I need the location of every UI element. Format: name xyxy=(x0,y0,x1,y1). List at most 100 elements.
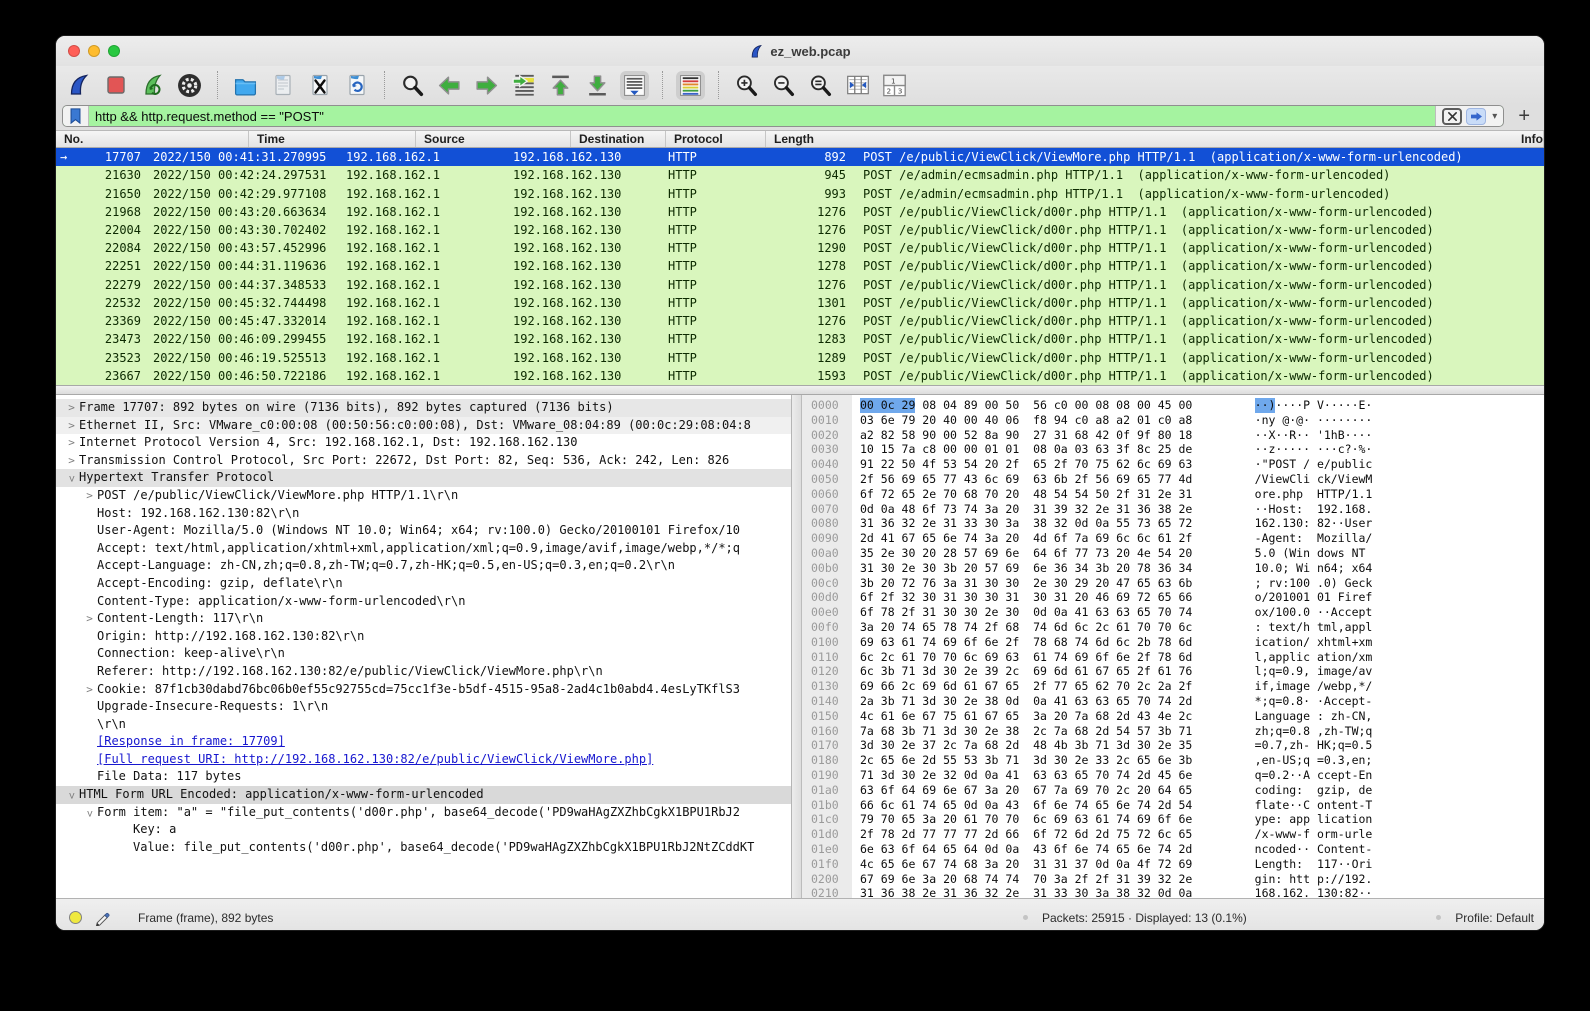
packet-row[interactable]: 23473 2022/150 00:46:09.299455 192.168.1… xyxy=(56,330,1544,348)
column-header[interactable]: Length xyxy=(766,131,1513,147)
hex-row[interactable]: 00e0 6f 78 2f 31 30 30 2e 30 0d 0a 41 63… xyxy=(802,605,1544,620)
expander-chevron-icon[interactable] xyxy=(118,839,133,857)
detail-row[interactable]: Host: 192.168.162.130:82\r\n xyxy=(56,505,791,523)
close-file-button[interactable] xyxy=(305,71,334,100)
hex-row[interactable]: 0050 2f 56 69 65 77 43 6c 69 63 6b 2f 56… xyxy=(802,472,1544,487)
hex-row[interactable]: 0100 69 63 61 74 69 6f 6e 2f 78 68 74 6d… xyxy=(802,635,1544,650)
expander-chevron-icon[interactable] xyxy=(82,628,97,646)
detail-row[interactable]: > Ethernet II, Src: VMware_c0:00:08 (00:… xyxy=(56,417,791,435)
detail-row[interactable]: > Hypertext Transfer Protocol xyxy=(56,469,791,487)
detail-row[interactable]: User-Agent: Mozilla/5.0 (Windows NT 10.0… xyxy=(56,522,791,540)
detail-row[interactable]: > Content-Length: 117\r\n xyxy=(56,610,791,628)
detail-row[interactable]: \r\n xyxy=(56,716,791,734)
column-header[interactable]: Info xyxy=(1513,131,1544,147)
packet-row[interactable]: 22532 2022/150 00:45:32.744498 192.168.1… xyxy=(56,294,1544,312)
zoom-window-button[interactable] xyxy=(108,45,120,57)
zoom-reset-button[interactable] xyxy=(806,71,835,100)
packet-row[interactable]: 22279 2022/150 00:44:37.348533 192.168.1… xyxy=(56,276,1544,294)
expander-chevron-icon[interactable]: > xyxy=(82,610,97,628)
capture-comment-button[interactable] xyxy=(94,910,110,926)
hex-row[interactable]: 0130 69 66 2c 69 6d 61 67 65 2f 77 65 62… xyxy=(802,679,1544,694)
expander-chevron-icon[interactable]: > xyxy=(64,417,79,435)
detail-row[interactable]: > HTML Form URL Encoded: application/x-w… xyxy=(56,786,791,804)
expert-info-icon[interactable] xyxy=(69,911,82,924)
detail-row[interactable]: > Frame 17707: 892 bytes on wire (7136 b… xyxy=(56,399,791,417)
expander-chevron-icon[interactable]: > xyxy=(63,788,81,803)
filter-add-button[interactable]: + xyxy=(1512,105,1536,128)
packet-row[interactable]: 22084 2022/150 00:43:57.452996 192.168.1… xyxy=(56,239,1544,257)
expander-chevron-icon[interactable]: > xyxy=(82,681,97,699)
expander-chevron-icon[interactable] xyxy=(82,575,97,593)
stop-capture-button[interactable] xyxy=(101,71,130,100)
display-filter-input[interactable] xyxy=(89,109,1435,124)
detail-row[interactable]: Accept: text/html,application/xhtml+xml,… xyxy=(56,540,791,558)
hex-row[interactable]: 0150 4c 61 6e 67 75 61 67 65 3a 20 7a 68… xyxy=(802,709,1544,724)
filter-clear-button[interactable] xyxy=(1442,108,1462,125)
expander-chevron-icon[interactable] xyxy=(82,540,97,558)
expander-chevron-icon[interactable] xyxy=(82,716,97,734)
packet-row[interactable]: 21968 2022/150 00:43:20.663634 192.168.1… xyxy=(56,203,1544,221)
hex-row[interactable]: 0070 0d 0a 48 6f 73 74 3a 20 31 39 32 2e… xyxy=(802,502,1544,517)
detail-row[interactable]: Origin: http://192.168.162.130:82\r\n xyxy=(56,628,791,646)
detail-row[interactable]: Content-Type: application/x-www-form-url… xyxy=(56,593,791,611)
packet-row[interactable]: 22004 2022/150 00:43:30.702402 192.168.1… xyxy=(56,221,1544,239)
hex-row[interactable]: 00d0 6f 2f 32 30 31 30 30 31 30 31 20 46… xyxy=(802,590,1544,605)
go-first-packet-button[interactable] xyxy=(546,71,575,100)
hex-row[interactable]: 01e0 6e 63 6f 64 65 64 0d 0a 43 6f 6e 74… xyxy=(802,842,1544,857)
filter-bookmark-button[interactable] xyxy=(63,106,89,126)
expander-chevron-icon[interactable] xyxy=(82,698,97,716)
detail-row[interactable]: Accept-Encoding: gzip, deflate\r\n xyxy=(56,575,791,593)
detail-row[interactable]: Value: file_put_contents('d00r.php', bas… xyxy=(56,839,791,857)
find-packet-button[interactable] xyxy=(398,71,427,100)
hex-row[interactable]: 0120 6c 3b 71 3d 30 2e 39 2c 69 6d 61 67… xyxy=(802,664,1544,679)
capture-options-button[interactable] xyxy=(175,71,204,100)
hex-row[interactable]: 00a0 35 2e 30 20 28 57 69 6e 64 6f 77 73… xyxy=(802,546,1544,561)
packet-row[interactable]: 21630 2022/150 00:42:24.297531 192.168.1… xyxy=(56,166,1544,184)
auto-scroll-button[interactable] xyxy=(620,71,649,100)
go-back-button[interactable] xyxy=(435,71,464,100)
restart-capture-button[interactable] xyxy=(138,71,167,100)
packet-row[interactable]: 22251 2022/150 00:44:31.119636 192.168.1… xyxy=(56,257,1544,275)
detail-row[interactable]: Key: a xyxy=(56,821,791,839)
column-header[interactable]: Destination xyxy=(571,131,666,147)
expander-chevron-icon[interactable] xyxy=(82,645,97,663)
hex-row[interactable]: 01d0 2f 78 2d 77 77 77 2d 66 6f 72 6d 2d… xyxy=(802,827,1544,842)
hex-row[interactable]: 0010 03 6e 79 20 40 00 40 06 f8 94 c0 a8… xyxy=(802,413,1544,428)
go-forward-button[interactable] xyxy=(472,71,501,100)
hex-row[interactable]: 0200 67 69 6e 3a 20 68 74 74 70 3a 2f 2f… xyxy=(802,872,1544,887)
expander-chevron-icon[interactable] xyxy=(82,557,97,575)
detail-row[interactable]: Connection: keep-alive\r\n xyxy=(56,645,791,663)
detail-row[interactable]: > Cookie: 87f1cb30dabd76bc06b0ef55c92755… xyxy=(56,681,791,699)
expander-chevron-icon[interactable]: > xyxy=(64,434,79,452)
expander-chevron-icon[interactable] xyxy=(118,821,133,839)
hex-row[interactable]: 0180 2c 65 6e 2d 55 53 3b 71 3d 30 2e 33… xyxy=(802,753,1544,768)
detail-row[interactable]: > Form item: "a" = "file_put_contents('d… xyxy=(56,804,791,822)
hex-row[interactable]: 01b0 66 6c 61 74 65 0d 0a 43 6f 6e 74 65… xyxy=(802,798,1544,813)
expander-chevron-icon[interactable] xyxy=(82,593,97,611)
go-last-packet-button[interactable] xyxy=(583,71,612,100)
packet-row[interactable]: 23523 2022/150 00:46:19.525513 192.168.1… xyxy=(56,348,1544,366)
hex-row[interactable]: 0110 6c 2c 61 70 70 6c 69 63 61 74 69 6f… xyxy=(802,650,1544,665)
expander-chevron-icon[interactable]: > xyxy=(81,806,99,821)
packet-row[interactable]: 21650 2022/150 00:42:29.977108 192.168.1… xyxy=(56,184,1544,202)
filter-apply-button[interactable] xyxy=(1466,108,1486,125)
close-window-button[interactable] xyxy=(68,45,80,57)
expander-chevron-icon[interactable] xyxy=(82,733,97,751)
hex-row[interactable]: 0020 a2 82 58 90 00 52 8a 90 27 31 68 42… xyxy=(802,428,1544,443)
expander-chevron-icon[interactable]: > xyxy=(63,472,81,487)
hex-row[interactable]: 01a0 63 6f 64 69 6e 67 3a 20 67 7a 69 70… xyxy=(802,783,1544,798)
reload-file-button[interactable] xyxy=(342,71,371,100)
hex-row[interactable]: 00b0 31 30 2e 30 3b 20 57 69 6e 36 34 3b… xyxy=(802,561,1544,576)
hex-row[interactable]: 0000 00 0c 29 08 04 89 00 50 56 c0 00 08… xyxy=(802,398,1544,413)
start-capture-button[interactable] xyxy=(64,71,93,100)
column-header[interactable]: Time xyxy=(249,131,416,147)
colorize-button[interactable] xyxy=(676,71,705,100)
horizontal-splitter[interactable] xyxy=(56,385,1544,395)
hex-row[interactable]: 0060 6f 72 65 2e 70 68 70 20 48 54 54 50… xyxy=(802,487,1544,502)
layout-button[interactable]: 123 xyxy=(880,71,909,100)
detail-row[interactable]: Upgrade-Insecure-Requests: 1\r\n xyxy=(56,698,791,716)
zoom-out-button[interactable] xyxy=(769,71,798,100)
expander-chevron-icon[interactable] xyxy=(82,663,97,681)
hex-row[interactable]: 0160 7a 68 3b 71 3d 30 2e 38 2c 7a 68 2d… xyxy=(802,724,1544,739)
detail-row[interactable]: [Response in frame: 17709] xyxy=(56,733,791,751)
